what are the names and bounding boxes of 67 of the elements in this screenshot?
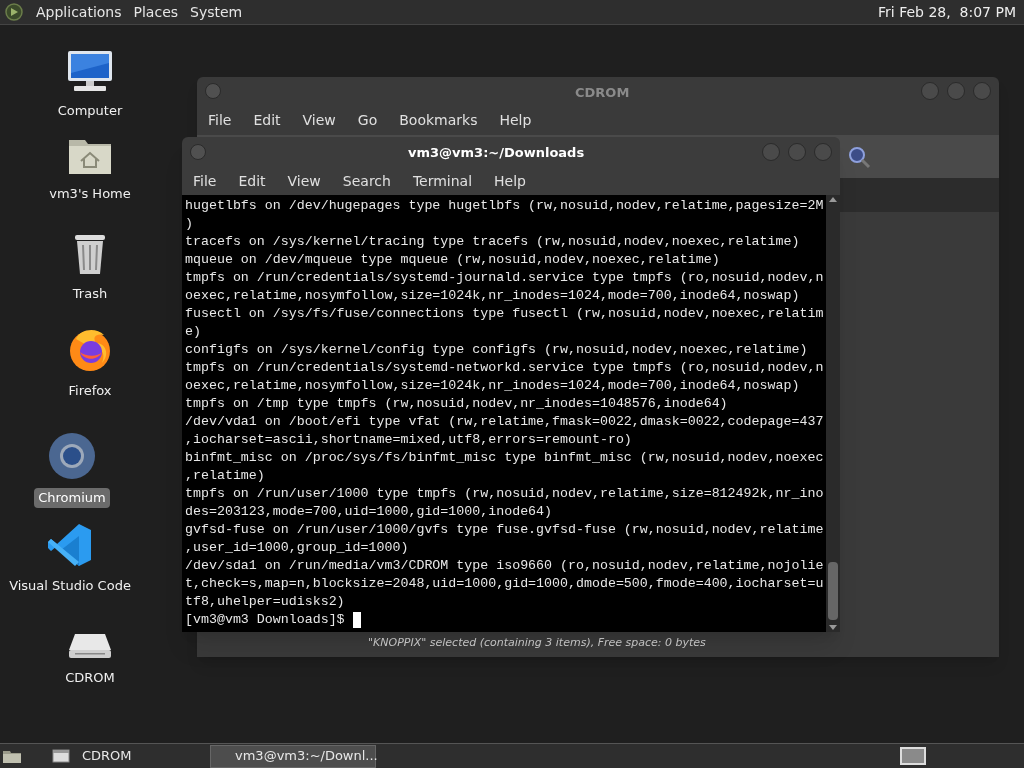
scrollbar-thumb[interactable] <box>828 562 838 620</box>
menu-item[interactable]: Edit <box>253 109 281 131</box>
search-icon[interactable] <box>847 144 871 169</box>
window-menu-button[interactable] <box>190 144 206 160</box>
terminal-line: t,check=s,map=n,blocksize=2048,uid=1000,gid=1000,dmode=500,fmode=400,iocharset=u <box>185 575 825 593</box>
terminal-line: hugetlbfs on /dev/hugepages type hugetlbfs (rw,nosuid,nodev,relatime,pagesize=2M <box>185 197 825 215</box>
terminal-line: oexec,relatime,nosymfollow,size=1024k,nr_inodes=1024,mode=700,inode64,noswap) <box>185 377 801 395</box>
workspace-switcher[interactable] <box>900 747 926 765</box>
chromium-icon[interactable] <box>48 432 96 480</box>
terminal-line: configfs on /sys/kernel/config type configfs (rw,nosuid,nodev,noexec,relatime) <box>185 341 809 359</box>
desktop-icon-label[interactable]: Visual Studio Code <box>5 576 135 596</box>
terminal-line: /dev/sda1 on /run/media/vm3/CDROM type iso9660 (ro,nosuid,nodev,relatime,nojolie <box>185 557 825 575</box>
scroll-down-icon[interactable] <box>828 624 838 632</box>
text-cursor <box>352 612 361 628</box>
taskbar-button[interactable]: CDROM <box>40 744 206 768</box>
terminal-line: mqueue on /dev/mqueue type mqueue (rw,nosuid,nodev,noexec,relatime) <box>185 251 721 269</box>
terminal-line: /dev/vda1 on /boot/efi type vfat (rw,relatime,fmask=0022,dmask=0022,codepage=437 <box>185 413 825 431</box>
terminal-line: des=203123,mode=700,uid=1000,gid=1000,inode64) <box>185 503 554 521</box>
desktop-icon-label[interactable]: Computer <box>53 101 127 121</box>
terminal-line: tf8,uhelper=udisks2) <box>185 593 346 611</box>
menu-item[interactable]: Help <box>499 109 532 131</box>
menu-item[interactable]: Help <box>494 170 526 192</box>
desktop-icon-label[interactable]: CDROM <box>61 668 119 688</box>
status-text: "KNOPPIX" selected (containing 3 items), Free space: 0 bytes <box>368 635 706 652</box>
desktop-icon-label[interactable]: vm3's Home <box>45 184 135 204</box>
terminal-line: tmpfs on /run/credentials/systemd-networkd.service type tmpfs (ro,nosuid,nodev,n <box>185 359 825 377</box>
window-title: vm3@vm3:~/Downloads <box>408 144 585 162</box>
panel-menu[interactable]: System <box>190 1 243 23</box>
terminal-line: gvfsd-fuse on /run/user/1000/gvfs type fuse.gvfsd-fuse (rw,nosuid,nodev,relatime <box>185 521 825 539</box>
taskbar-button[interactable]: vm3@vm3:~/Downl... <box>210 744 376 768</box>
logo-icon[interactable] <box>4 2 24 22</box>
desktop-icon-label[interactable]: Trash <box>68 284 112 304</box>
terminal-line: oexec,relatime,nosymfollow,size=1024k,nr_inodes=1024,mode=700,inode64,noswap) <box>185 287 801 305</box>
terminal-line: ) <box>185 215 194 233</box>
menu-item[interactable]: View <box>287 170 321 192</box>
terminal-line: ,user_id=1000,group_id=1000) <box>185 539 410 557</box>
menu-item[interactable]: Terminal <box>412 170 473 192</box>
terminal-line: tmpfs on /tmp type tmpfs (rw,nosuid,nodev,nr_inodes=1048576,inode64) <box>185 395 729 413</box>
window-icon <box>52 749 70 763</box>
terminal-line: tmpfs on /run/credentials/systemd-journald.service type tmpfs (ro,nosuid,nodev,n <box>185 269 825 287</box>
menu-item[interactable]: File <box>208 109 232 131</box>
menu-item[interactable]: File <box>193 170 217 192</box>
terminal-prompt: [vm3@vm3 Downloads]$ <box>185 611 345 629</box>
menu-item[interactable]: Go <box>357 109 378 131</box>
scrollbar[interactable] <box>826 195 840 632</box>
window-menu-button[interactable] <box>205 83 221 99</box>
terminal-line: ,iocharset=ascii,shortname=mixed,utf8,errors=remount-ro) <box>185 431 633 449</box>
window-title: CDROM <box>575 84 630 102</box>
menu-item[interactable]: Bookmarks <box>399 109 478 131</box>
desktop-icon-label[interactable]: Firefox <box>64 381 116 401</box>
panel-menu[interactable]: Applications <box>36 1 122 23</box>
terminal-line: ,relatime) <box>185 467 266 485</box>
drive-icon[interactable] <box>67 632 113 660</box>
terminal-line: tmpfs on /run/user/1000 type tmpfs (rw,nosuid,nodev,relatime,size=812492k,nr_ino <box>185 485 825 503</box>
menu-item[interactable]: Search <box>342 170 391 192</box>
terminal-line: fusectl on /sys/fs/fuse/connections type fusectl (rw,nosuid,nodev,noexec,relatim <box>185 305 825 323</box>
desktop-icon-label[interactable]: Chromium <box>34 488 110 508</box>
menu-item[interactable]: View <box>302 109 336 131</box>
scroll-up-icon[interactable] <box>828 195 838 203</box>
vscode-icon[interactable] <box>47 522 93 568</box>
panel-menu[interactable]: Places <box>133 1 179 23</box>
terminal-line: e) <box>185 323 202 341</box>
menu-item[interactable]: Edit <box>238 170 266 192</box>
terminal-line: binfmt_misc on /proc/sys/fs/binfmt_misc type binfmt_misc (rw,nosuid,nodev,noexec <box>185 449 825 467</box>
show-desktop-icon[interactable] <box>2 748 22 764</box>
terminal-line: tracefs on /sys/kernel/tracing type tracefs (rw,nosuid,nodev,noexec,relatime) <box>185 233 801 251</box>
clock[interactable]: Fri Feb 28, 8:07 PM <box>878 1 1020 23</box>
